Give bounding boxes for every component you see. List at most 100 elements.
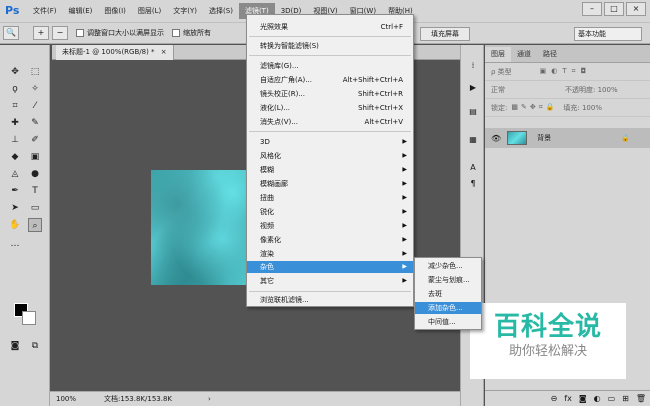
menu-item-video[interactable]: 视频 ▶ [247, 220, 413, 232]
submenu-item-median[interactable]: 中间值... [415, 316, 481, 328]
filter-icons[interactable]: ▣◐T⌗◘ [540, 67, 591, 76]
eyedropper-icon[interactable]: ⁄ [28, 99, 42, 113]
fill-field[interactable]: 填充: 100% [563, 103, 602, 113]
background-color-swatch[interactable] [22, 311, 36, 325]
submenu-item-reduce-noise[interactable]: 减少杂色... [415, 260, 481, 272]
close-button[interactable]: × [626, 2, 646, 16]
tab-channels[interactable]: 通道 [511, 47, 537, 62]
menu-item-stylize[interactable]: 风格化 ▶ [247, 150, 413, 162]
submenu-item-despeckle[interactable]: 去斑 [415, 288, 481, 300]
menu-item-other[interactable]: 其它 ▶ [247, 275, 413, 287]
layer-comps-icon[interactable]: ▦ [466, 133, 480, 147]
minimize-button[interactable]: – [582, 2, 602, 16]
dodge-tool-icon[interactable]: ● [28, 167, 42, 181]
menu-layer[interactable]: 图层(L) [132, 3, 167, 19]
paragraph-icon[interactable]: ¶ [466, 177, 480, 191]
play-action-icon[interactable]: ▶ [466, 81, 480, 95]
eraser-tool-icon[interactable]: ◆ [8, 150, 22, 164]
shape-tool-icon[interactable]: ▭ [28, 201, 42, 215]
blend-mode-select[interactable]: 正常 [491, 85, 505, 95]
info-icon[interactable]: ▤ [466, 105, 480, 119]
watermark-main-text: 百科全说 [493, 312, 602, 342]
add-mask-icon[interactable]: ◙ [579, 394, 587, 403]
menu-item-convert-smart-filter[interactable]: 转换为智能滤镜(S) [247, 40, 413, 52]
menu-item-pixelate[interactable]: 像素化 ▶ [247, 234, 413, 246]
layer-name[interactable]: 背景 [537, 133, 551, 143]
adjustment-layer-icon[interactable]: ◐ [594, 394, 601, 403]
zoom-tool-icon[interactable]: 🔍 [3, 26, 19, 40]
workspace-select[interactable]: 基本功能 [574, 27, 642, 41]
clone-stamp-icon[interactable]: ⊥ [8, 133, 22, 147]
fill-screen-button[interactable]: 填充屏幕 [420, 27, 470, 41]
move-tool-icon[interactable]: ✥ [8, 65, 22, 79]
zoom-level[interactable]: 100% [56, 395, 76, 403]
menu-item-3d[interactable]: 3D ▶ [247, 136, 413, 148]
zoom-tool-icon[interactable]: ⌕ [28, 218, 42, 232]
new-group-icon[interactable]: ▭ [608, 394, 616, 403]
tab-close-icon[interactable]: × [161, 48, 167, 56]
document-tab[interactable]: 未标题-1 @ 100%(RGB/8) * × [56, 45, 174, 60]
hand-tool-icon[interactable]: ✋ [8, 218, 22, 232]
path-select-icon[interactable]: ➤ [8, 201, 22, 215]
lasso-tool-icon[interactable]: ϙ [8, 82, 22, 96]
submenu-item-add-noise[interactable]: 添加杂色... [415, 302, 481, 314]
menu-item-liquify[interactable]: 液化(L)... Shift+Ctrl+X [247, 102, 413, 114]
menu-item-distort[interactable]: 扭曲 ▶ [247, 192, 413, 204]
watermark-logo: 百科全说 助你轻松解决 [470, 303, 626, 379]
tab-paths[interactable]: 路径 [537, 47, 563, 62]
menu-file[interactable]: 文件(F) [27, 3, 63, 19]
menu-item-adaptive-wide-angle[interactable]: 自适应广角(A)... Alt+Shift+Ctrl+A [247, 74, 413, 86]
menu-item-lighting-effects[interactable]: 光照效果 Ctrl+F [247, 21, 413, 33]
crop-tool-icon[interactable]: ⌗ [8, 99, 22, 113]
type-tool-icon[interactable]: T [28, 184, 42, 198]
resize-windows-checkbox[interactable]: 调整窗口大小以满屏显示 [76, 28, 164, 38]
canvas-image[interactable] [151, 170, 253, 285]
more-tools-icon[interactable]: … [8, 237, 22, 251]
marquee-tool-icon[interactable]: ⬚ [28, 65, 42, 79]
lock-icons[interactable]: ▩✎✥⌗🔒 [511, 103, 557, 112]
fx-icon[interactable]: fx [564, 394, 572, 403]
link-layers-icon[interactable]: ⊖ [551, 394, 558, 403]
layer-kind-filter[interactable]: ρ 类型 ▣◐T⌗◘ [485, 63, 650, 81]
history-brush-icon[interactable]: ✐ [28, 133, 42, 147]
status-arrow-icon[interactable]: › [208, 395, 211, 403]
submenu-item-dust-scratches[interactable]: 蒙尘与划痕... [415, 274, 481, 286]
submenu-arrow-icon: ▶ [402, 250, 407, 257]
menu-edit[interactable]: 编辑(E) [63, 3, 99, 19]
menu-item-noise[interactable]: 杂色 ▶ [247, 261, 413, 273]
menu-item-browse-online[interactable]: 浏览联机滤镜... [247, 294, 413, 306]
screen-mode-icon[interactable]: ⧉ [28, 339, 42, 353]
history-icon[interactable]: ⁞ [466, 59, 480, 73]
menu-item-blur[interactable]: 模糊 ▶ [247, 164, 413, 176]
pen-tool-icon[interactable]: ✒ [8, 184, 22, 198]
menu-item-lens-correction[interactable]: 镜头校正(R)... Shift+Ctrl+R [247, 88, 413, 100]
menu-item-blur-gallery[interactable]: 模糊画廊 ▶ [247, 178, 413, 190]
menu-image[interactable]: 图像(I) [98, 3, 132, 19]
new-layer-icon[interactable]: ⊞ [622, 394, 629, 403]
filter-dropdown-menu: 光照效果 Ctrl+F 转换为智能滤镜(S) 滤镜库(G)... 自适应广角(A)… [246, 14, 414, 307]
zoom-out-icon[interactable]: − [52, 26, 68, 40]
brush-tool-icon[interactable]: ✎ [28, 116, 42, 130]
item-label: 渲染 [260, 250, 274, 258]
character-icon[interactable]: A [466, 161, 480, 175]
gradient-tool-icon[interactable]: ▣ [28, 150, 42, 164]
blur-tool-icon[interactable]: ◬ [8, 167, 22, 181]
tab-layers[interactable]: 图层 [485, 47, 511, 62]
menu-item-filter-gallery[interactable]: 滤镜库(G)... [247, 60, 413, 72]
healing-brush-icon[interactable]: ✚ [8, 116, 22, 130]
visibility-eye-icon[interactable]: 👁 [491, 134, 501, 143]
maximize-button[interactable]: □ [604, 2, 624, 16]
delete-layer-icon[interactable]: 🗑 [636, 394, 646, 403]
menu-select[interactable]: 选择(S) [203, 3, 239, 19]
menu-item-sharpen[interactable]: 锐化 ▶ [247, 206, 413, 218]
zoom-all-checkbox[interactable]: 缩放所有 [172, 28, 211, 38]
quick-mask-icon[interactable]: ◙ [8, 339, 22, 353]
item-label: 锐化 [260, 208, 274, 216]
zoom-in-icon[interactable]: + [33, 26, 49, 40]
layer-row-background[interactable]: 👁 背景 🔒 [485, 128, 650, 148]
menu-item-vanishing-point[interactable]: 消失点(V)... Alt+Ctrl+V [247, 116, 413, 128]
opacity-field[interactable]: 不透明度: 100% [565, 85, 618, 95]
menu-type[interactable]: 文字(Y) [167, 3, 203, 19]
menu-item-render[interactable]: 渲染 ▶ [247, 248, 413, 260]
magic-wand-icon[interactable]: ✧ [28, 82, 42, 96]
